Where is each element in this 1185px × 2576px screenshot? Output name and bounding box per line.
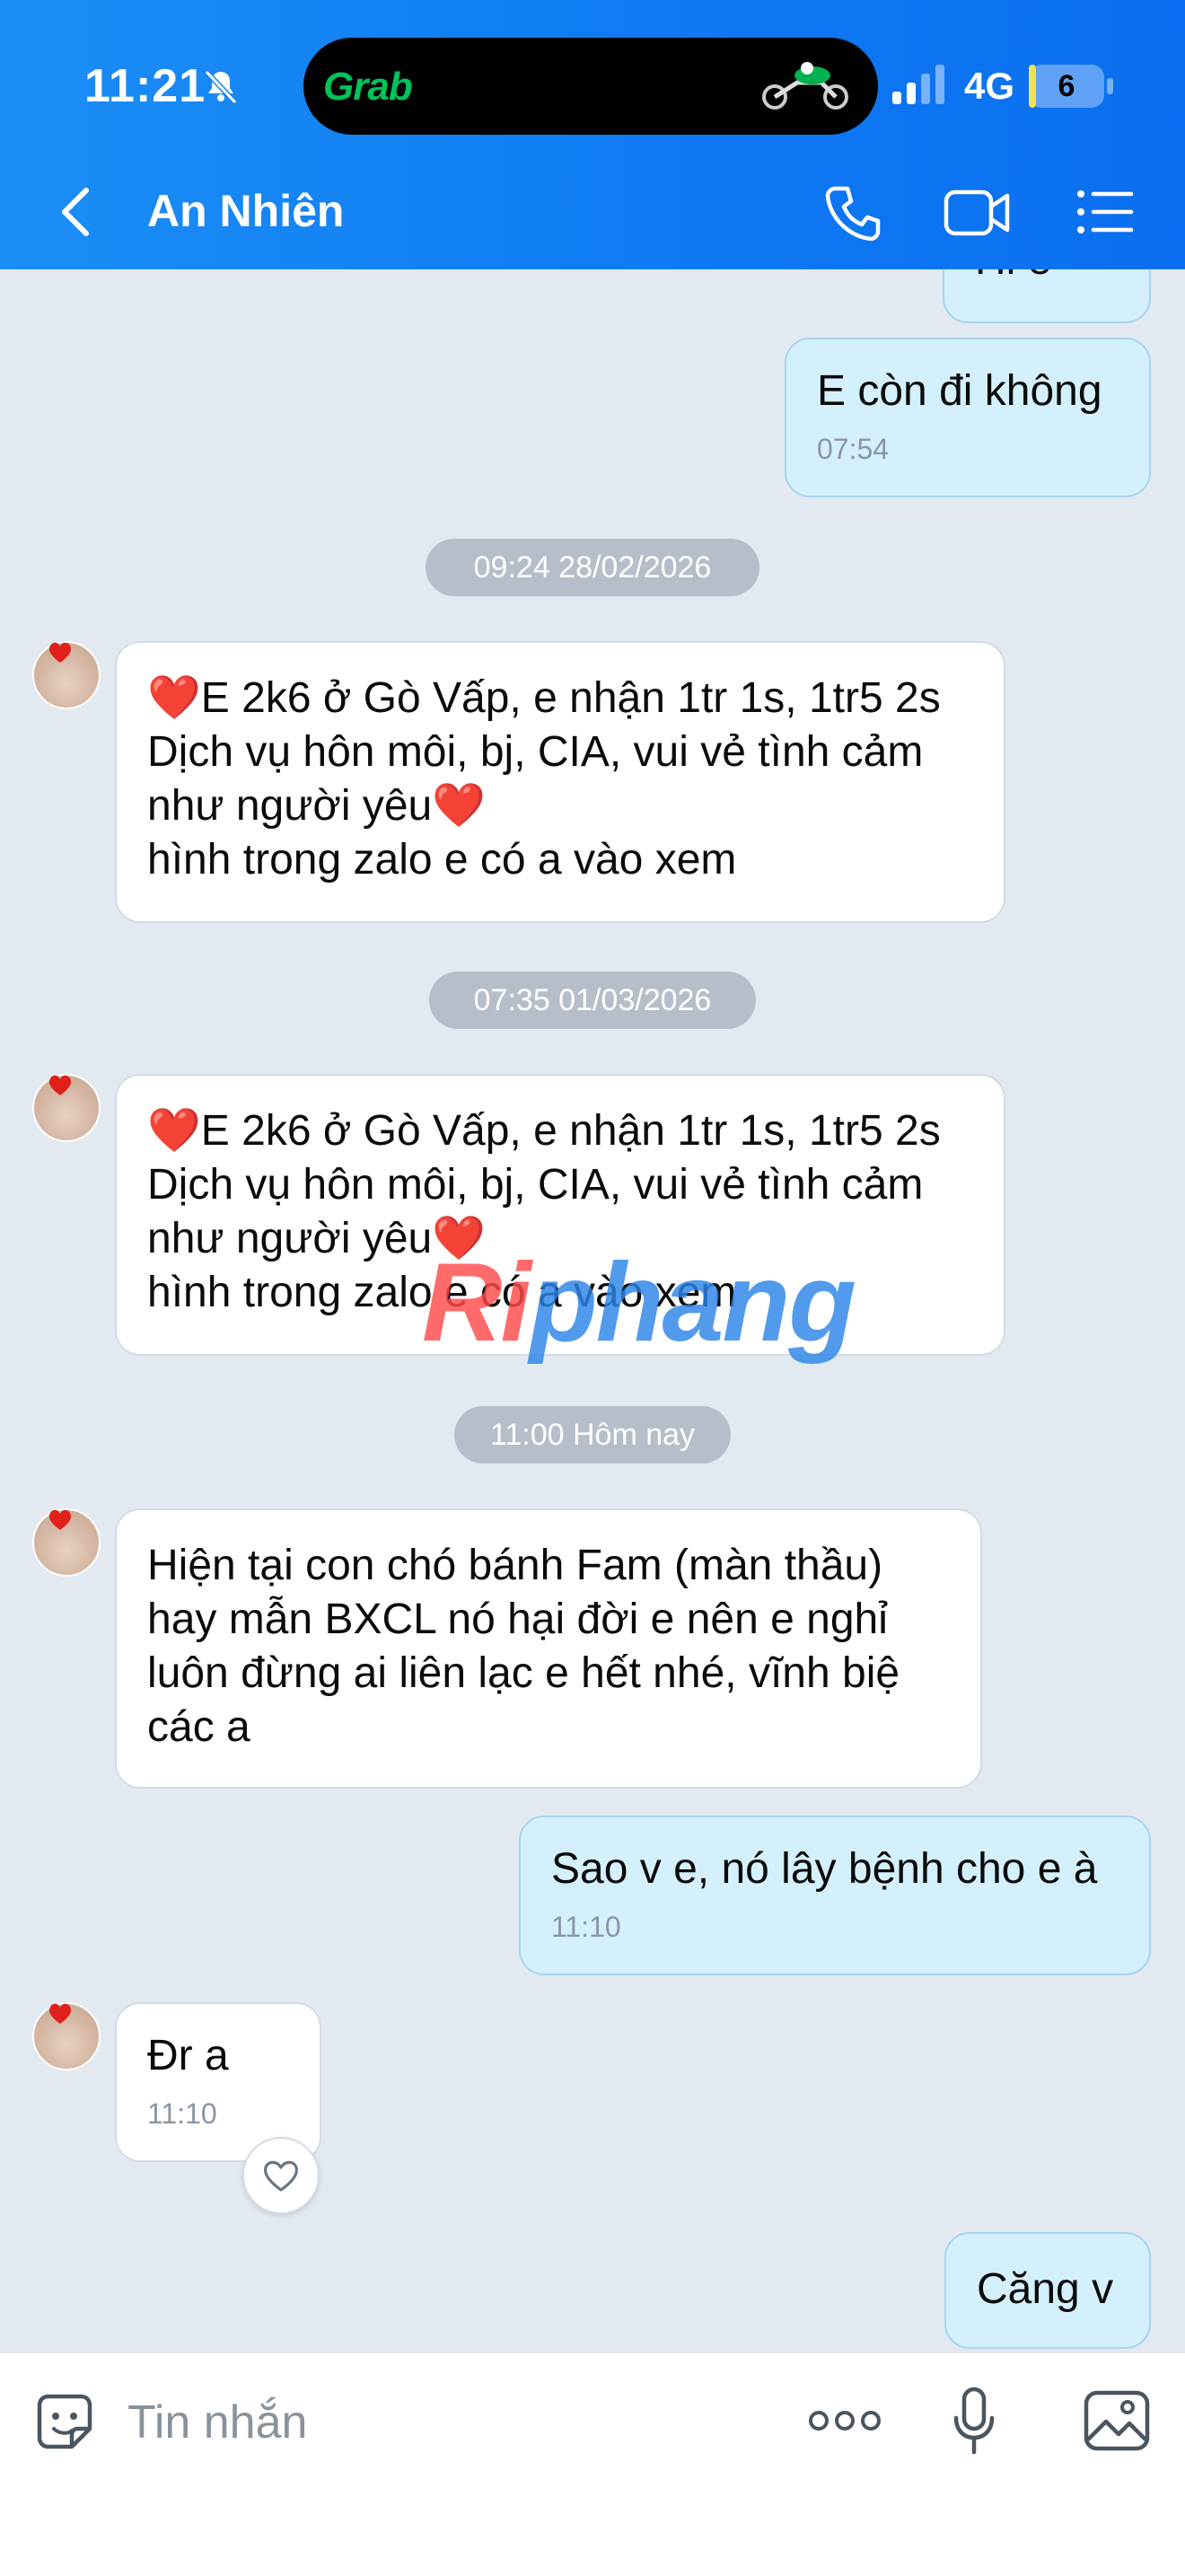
message-line: hình trong zalo e có a vào xem (147, 836, 737, 884)
message-text: Sao v e, nó lây bệnh cho e à (551, 1845, 1098, 1893)
message-text: Đr a (147, 2032, 229, 2079)
status-time: 11:21 (84, 60, 206, 112)
video-call-icon[interactable] (943, 185, 1013, 241)
message-bubble-outgoing[interactable]: Căng v (944, 2232, 1151, 2349)
battery-level: 6 (1058, 69, 1075, 103)
message-line: ❤️E 2k6 ở Gò Vấp, e nhận 1tr 1s, 1tr5 2s (147, 1107, 941, 1155)
message-input[interactable] (126, 2386, 758, 2459)
message-time: 11:10 (147, 2097, 217, 2130)
more-icon[interactable] (808, 2405, 882, 2436)
message-time: 07:54 (817, 433, 890, 465)
contact-avatar[interactable] (32, 2002, 101, 2070)
message-composer (0, 2352, 1185, 2576)
bell-muted-icon (204, 69, 238, 105)
back-icon[interactable] (52, 180, 99, 244)
message-text: E còn đi không (817, 367, 1102, 415)
contact-avatar[interactable] (32, 641, 101, 709)
message-list[interactable]: Hi e E còn đi không 07:54 09:24 28/02/20… (0, 269, 1185, 2352)
message-bubble-incoming[interactable]: Hiện tại con chó bánh Fam (màn thầu) hay… (115, 1508, 982, 1789)
heart-icon (48, 1509, 72, 1530)
watermark-part1: Ri (422, 1241, 531, 1365)
contact-avatar[interactable] (32, 1508, 101, 1577)
heart-icon (48, 2003, 72, 2024)
contact-name[interactable]: An Nhiên (147, 185, 344, 237)
network-type: 4G (964, 65, 1015, 107)
date-separator: 11:00 Hôm nay (454, 1406, 731, 1464)
heart-outline-icon (263, 2160, 299, 2192)
message-bubble-outgoing[interactable]: Sao v e, nó lây bệnh cho e à 11:10 (519, 1816, 1151, 1975)
message-line: các a (147, 1703, 250, 1751)
message-line: Hiện tại con chó bánh Fam (màn thầu) (147, 1542, 883, 1589)
heart-icon (48, 1075, 72, 1095)
contact-avatar[interactable] (32, 1074, 101, 1142)
message-time: 11:10 (551, 1911, 621, 1943)
message-line: luôn đừng ai liên lạc e hết nhé, vĩnh bi… (147, 1649, 900, 1697)
message-line: như người yêu❤️ (147, 782, 487, 830)
grab-logo: Grab (323, 65, 413, 109)
react-button[interactable] (242, 2137, 320, 2214)
message-line: Dịch vụ hôn môi, bj, CIA, vui vẻ tình cả… (147, 1161, 924, 1209)
message-text: Hi e (975, 269, 1119, 287)
cellular-signal-icon (892, 65, 944, 104)
heart-icon (48, 642, 72, 663)
call-icon[interactable] (824, 183, 883, 242)
date-separator: 09:24 28/02/2026 (426, 539, 759, 596)
message-bubble-outgoing[interactable]: E còn đi không 07:54 (785, 338, 1151, 497)
watermark-part2: phang (530, 1241, 856, 1365)
chat-header: 11:21 Grab 4G 6 An Nhiên (0, 0, 1185, 269)
date-separator: 07:35 01/03/2026 (429, 971, 756, 1029)
image-icon[interactable] (1083, 2389, 1151, 2452)
message-text: Căng v (977, 2265, 1114, 2313)
dynamic-island[interactable]: Grab (303, 38, 878, 135)
menu-icon[interactable] (1074, 185, 1137, 239)
microphone-icon[interactable] (952, 2386, 996, 2457)
sticker-icon[interactable] (31, 2387, 99, 2456)
message-line: Dịch vụ hôn môi, bj, CIA, vui vẻ tình cả… (147, 728, 924, 776)
motorbike-icon (762, 62, 848, 110)
battery-indicator: 6 (1029, 65, 1115, 108)
message-line: hay mẫn BXCL nó hại đời e nên e nghỉ (147, 1596, 888, 1643)
message-bubble-outgoing[interactable]: Hi e (943, 269, 1151, 323)
battery-cap (1107, 78, 1113, 94)
message-line: ❤️E 2k6 ở Gò Vấp, e nhận 1tr 1s, 1tr5 2s (147, 674, 941, 722)
message-bubble-incoming[interactable]: ❤️E 2k6 ở Gò Vấp, e nhận 1tr 1s, 1tr5 2s… (115, 641, 1005, 923)
watermark: Riphang (422, 1239, 856, 1367)
